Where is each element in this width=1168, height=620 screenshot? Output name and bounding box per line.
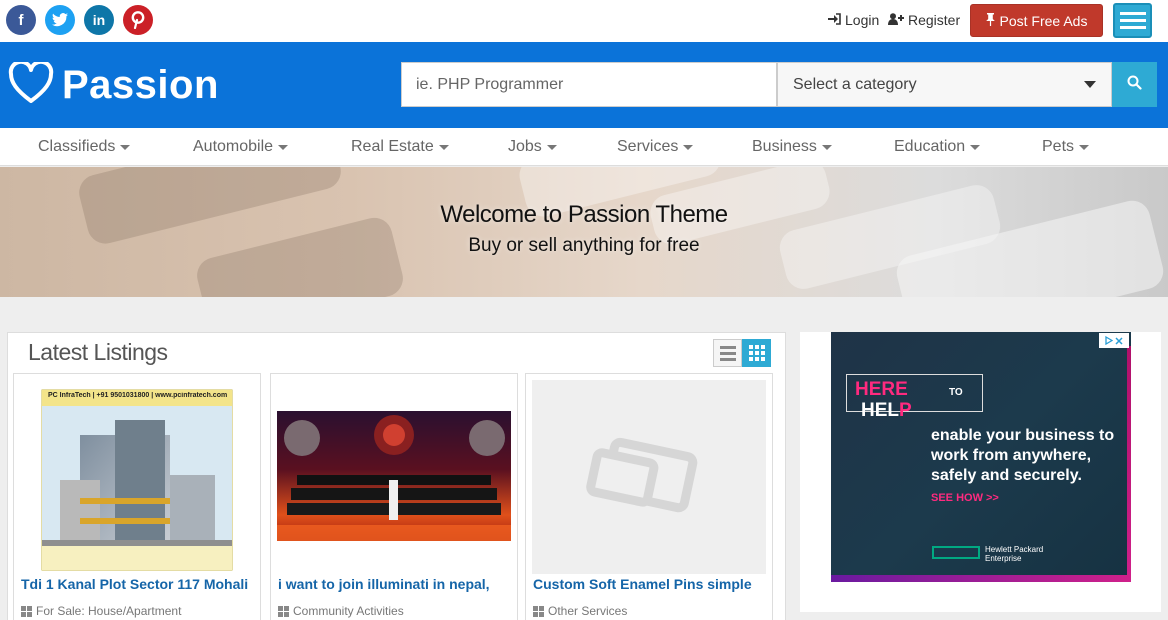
- chevron-down-icon: [278, 144, 289, 150]
- grid-view-button[interactable]: [742, 339, 771, 367]
- listing-title[interactable]: i want to join illuminati in nepal,: [278, 576, 512, 592]
- post-free-ads-button[interactable]: Post Free Ads: [970, 4, 1103, 37]
- advertisement-banner[interactable]: HERE TO HELP enable your business to wor…: [831, 332, 1131, 582]
- listing-category[interactable]: For Sale: House/Apartment: [21, 604, 181, 618]
- chevron-down-icon: [438, 144, 449, 150]
- category-icon: [21, 605, 32, 617]
- nav-item-automobile[interactable]: Automobile: [193, 138, 289, 156]
- heart-icon: [8, 59, 54, 109]
- hero-title: Welcome to Passion Theme: [440, 201, 728, 228]
- pin-icon: [985, 12, 995, 29]
- twitter-icon[interactable]: [45, 5, 75, 35]
- nav-item-classifieds[interactable]: Classifieds: [38, 138, 131, 156]
- linkedin-icon[interactable]: in: [84, 5, 114, 35]
- sidebar-ad: HERE TO HELP enable your business to wor…: [800, 332, 1161, 612]
- listing-card[interactable]: i want to join illuminati in nepal, Comm…: [270, 373, 518, 620]
- hpe-logo: [932, 546, 980, 559]
- chevron-down-icon: [546, 144, 557, 150]
- listing-category[interactable]: Community Activities: [278, 604, 404, 618]
- ad-copy: enable your business to work from anywhe…: [931, 427, 1115, 484]
- image-caption: PC InfraTech | +91 9501031800 | www.pcin…: [48, 392, 228, 399]
- listing-card[interactable]: Custom Soft Enamel Pins simple Other Ser…: [525, 373, 773, 620]
- login-link[interactable]: Login: [828, 12, 879, 28]
- ad-brand: Hewlett Packard Enterprise: [985, 545, 1044, 563]
- section-title: Latest Listings: [28, 339, 168, 365]
- listing-title[interactable]: Tdi 1 Kanal Plot Sector 117 Mohali: [21, 576, 255, 592]
- chevron-down-icon: [120, 144, 131, 150]
- chevron-down-icon: [970, 144, 981, 150]
- listing-card[interactable]: PC InfraTech | +91 9501031800 | www.pcin…: [13, 373, 261, 620]
- adchoices-icon[interactable]: [1099, 333, 1129, 348]
- listing-image[interactable]: PC InfraTech | +91 9501031800 | www.pcin…: [20, 380, 254, 574]
- nav-item-pets[interactable]: Pets: [1042, 138, 1090, 156]
- listing-placeholder-image[interactable]: [532, 380, 766, 574]
- listing-title[interactable]: Custom Soft Enamel Pins simple: [533, 576, 767, 592]
- chevron-down-icon: [1079, 144, 1090, 150]
- site-header: Passion ie. PHP Programmer Select a cate…: [0, 42, 1168, 128]
- site-logo[interactable]: Passion: [8, 59, 219, 109]
- user-plus-icon: [888, 12, 904, 28]
- list-view-button[interactable]: [713, 339, 742, 367]
- nav-item-services[interactable]: Services: [617, 138, 694, 156]
- nav-item-education[interactable]: Education: [894, 138, 981, 156]
- chevron-down-icon: [683, 144, 694, 150]
- hamburger-menu-button[interactable]: [1113, 3, 1152, 38]
- category-icon: [278, 605, 289, 617]
- category-nav: Classifieds Automobile Real Estate Jobs …: [0, 128, 1168, 166]
- chevron-down-icon: [1084, 81, 1096, 88]
- nav-item-jobs[interactable]: Jobs: [508, 138, 557, 156]
- listing-category[interactable]: Other Services: [533, 604, 627, 618]
- nav-item-business[interactable]: Business: [752, 138, 832, 156]
- hero-subtitle: Buy or sell anything for free: [468, 235, 700, 256]
- listing-image[interactable]: [277, 380, 511, 574]
- nav-item-real-estate[interactable]: Real Estate: [351, 138, 449, 156]
- search-button[interactable]: [1112, 62, 1157, 107]
- chevron-down-icon: [821, 144, 832, 150]
- category-select[interactable]: Select a category: [777, 62, 1112, 107]
- facebook-icon[interactable]: f: [6, 5, 36, 35]
- search-input[interactable]: ie. PHP Programmer: [401, 62, 777, 107]
- register-link[interactable]: Register: [888, 12, 960, 28]
- category-icon: [533, 605, 544, 617]
- hero-banner: Welcome to Passion Theme Buy or sell any…: [0, 167, 1168, 297]
- search-icon: [1127, 75, 1142, 95]
- see-how-link[interactable]: SEE HOW >>: [931, 492, 999, 504]
- latest-listings-panel: Latest Listings PC InfraTech | +91 95010…: [7, 332, 786, 620]
- top-bar: f in Login Register Post Free Ads: [0, 0, 1168, 42]
- pinterest-icon[interactable]: [123, 5, 153, 35]
- sign-in-icon: [828, 12, 841, 28]
